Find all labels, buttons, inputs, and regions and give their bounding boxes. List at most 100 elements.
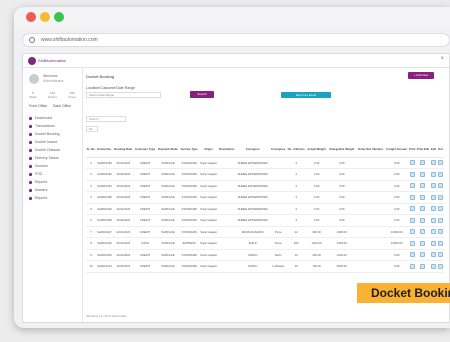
edit-icon[interactable] [431, 240, 437, 246]
delete-icon[interactable] [437, 217, 443, 223]
minimize-window-button[interactable] [40, 12, 50, 22]
sidebar-item-reports[interactable]: Reports [27, 178, 78, 186]
column-header[interactable]: Service Type [179, 142, 199, 158]
table-row[interactable]: 6 SA0001448 12/01/2023 CREDIT SURFACE STANDAR… [86, 214, 444, 227]
print-edit-icon[interactable] [420, 160, 426, 166]
delete-icon[interactable] [437, 252, 443, 258]
column-header[interactable]: Edit [430, 142, 437, 158]
delete-icon[interactable] [437, 183, 443, 189]
table-row[interactable]: 7 SA0001447 12/01/2023 CREDIT SURFACE STANDAR… [86, 226, 444, 238]
delete-icon[interactable] [437, 206, 443, 212]
sidebar-item-invoices[interactable]: Invoices [27, 162, 78, 170]
column-header[interactable]: Print Edit [415, 142, 431, 158]
sidebar-item-pod[interactable]: POD [27, 170, 78, 178]
print-icon[interactable] [409, 217, 415, 223]
column-header[interactable]: Del [436, 142, 444, 158]
print-edit-icon[interactable] [420, 263, 426, 269]
print-icon[interactable] [409, 160, 415, 166]
column-header[interactable]: Sr. No. [86, 142, 97, 158]
close-icon[interactable]: × [440, 56, 444, 62]
column-header[interactable]: Consignee [269, 142, 287, 158]
column-header[interactable]: Destination [217, 142, 236, 158]
table-cell: SA0001449 [96, 203, 113, 215]
delete-icon[interactable] [437, 171, 443, 177]
user-role: Administrator [43, 79, 64, 83]
table-cell: SA0001444 [96, 260, 113, 273]
edit-icon[interactable] [431, 183, 437, 189]
print-edit-icon[interactable] [420, 240, 426, 246]
print-edit-icon[interactable] [420, 183, 426, 189]
maximize-window-button[interactable] [54, 12, 64, 22]
sidebar-item-reports-2[interactable]: Reports [27, 194, 78, 202]
sidebar-item-docket-booking[interactable]: Docket Booking [27, 130, 78, 138]
switch-back-office[interactable]: Back Office [53, 104, 71, 108]
print-edit-icon[interactable] [420, 206, 426, 212]
delete-icon[interactable] [437, 229, 443, 235]
sidebar-item-docket-inward[interactable]: Docket Inward [27, 138, 78, 146]
table-row[interactable]: 2 SA0001452 12/01/2023 CREDIT SURFACE STANDAR… [86, 168, 444, 181]
search-button[interactable]: Search [190, 91, 214, 98]
column-header[interactable]: Customer Type [133, 142, 157, 158]
table-row[interactable]: 1 SA0001453 12/01/2023 CREDIT SURFACE STANDAR… [86, 157, 444, 169]
column-header[interactable]: Docket No. [96, 142, 113, 158]
column-header[interactable]: Booking Date [112, 142, 134, 158]
switch-front-office[interactable]: Front Office [29, 104, 47, 108]
sidebar-item-dashboard[interactable]: Dashboard [27, 114, 78, 122]
edit-icon[interactable] [431, 217, 437, 223]
column-header[interactable]: Freight Amount [384, 142, 409, 158]
column-header[interactable]: Actual Weight [305, 142, 328, 158]
edit-icon[interactable] [431, 252, 437, 258]
close-window-button[interactable] [26, 12, 36, 22]
edit-icon[interactable] [431, 263, 437, 269]
print-icon[interactable] [409, 206, 415, 212]
print-icon[interactable] [409, 171, 415, 177]
column-header[interactable]: Origin [198, 142, 218, 158]
action-cell [415, 249, 431, 261]
table-row[interactable]: 5 SA0001449 12/01/2023 CREDIT SURFACE STANDAR… [86, 203, 444, 215]
sidebar-item-transactions[interactable]: Transactions [27, 122, 78, 130]
delete-icon[interactable] [437, 194, 443, 200]
column-header[interactable]: Print [408, 142, 416, 158]
print-icon[interactable] [409, 240, 415, 246]
print-edit-icon[interactable] [420, 252, 426, 258]
table-row[interactable]: 9 SA0001445 12/01/2023 CREDIT SURFACE STANDAR… [86, 249, 444, 261]
print-icon[interactable] [409, 252, 415, 258]
column-header[interactable]: Order Ref. Number [356, 142, 385, 158]
add-new-button[interactable]: + Add New [408, 72, 434, 79]
sidebar-item-masters[interactable]: Masters [27, 186, 78, 194]
sidebar-item-delivery-status[interactable]: Delivery Status [27, 154, 78, 162]
edit-icon[interactable] [431, 160, 437, 166]
edit-icon[interactable] [431, 229, 437, 235]
edit-icon[interactable] [431, 171, 437, 177]
table-row[interactable]: 10 SA0001444 12/01/2023 CREDIT SURFACE STANDA… [86, 260, 444, 273]
print-icon[interactable] [409, 263, 415, 269]
table-row[interactable]: 3 SA0001451 12/01/2023 CREDIT SURFACE STANDAR… [86, 180, 444, 192]
print-edit-icon[interactable] [420, 229, 426, 235]
print-edit-icon[interactable] [420, 217, 426, 223]
column-header[interactable]: Dispatch Mode [156, 142, 180, 158]
table-cell: 3 [286, 180, 306, 192]
invoice-icon [29, 164, 32, 168]
edit-icon[interactable] [431, 194, 437, 200]
sidebar-item-docket-outward[interactable]: Docket Outward [27, 146, 78, 154]
delete-icon[interactable] [437, 240, 443, 246]
print-edit-icon[interactable] [420, 171, 426, 177]
table-search-input[interactable]: Search [86, 116, 126, 122]
print-edit-icon[interactable] [420, 194, 426, 200]
print-icon[interactable] [409, 229, 415, 235]
delete-icon[interactable] [437, 263, 443, 269]
print-icon[interactable] [409, 183, 415, 189]
column-header[interactable]: Chargeable Weight [327, 142, 357, 158]
table-row[interactable]: 8 SA0001446 12/01/2023 CASH SURFACE EXPRESS Su… [86, 237, 444, 250]
user-profile[interactable]: Welcome Administrator [27, 72, 78, 88]
edit-icon[interactable] [431, 206, 437, 212]
column-header[interactable]: Consignor [235, 142, 270, 158]
per-page-select[interactable]: 10 [86, 126, 98, 132]
table-row[interactable]: 4 SA0001450 12/01/2023 CREDIT SURFACE STANDAR… [86, 191, 444, 204]
column-header[interactable]: No. of Boxes [286, 142, 306, 158]
address-bar[interactable]: www.shiftautomation.com [22, 33, 450, 47]
delete-icon[interactable] [437, 160, 443, 166]
print-icon[interactable] [409, 194, 415, 200]
export-excel-button[interactable]: Export to Excel [281, 92, 331, 98]
date-range-input[interactable]: Select Date Range [86, 92, 161, 98]
